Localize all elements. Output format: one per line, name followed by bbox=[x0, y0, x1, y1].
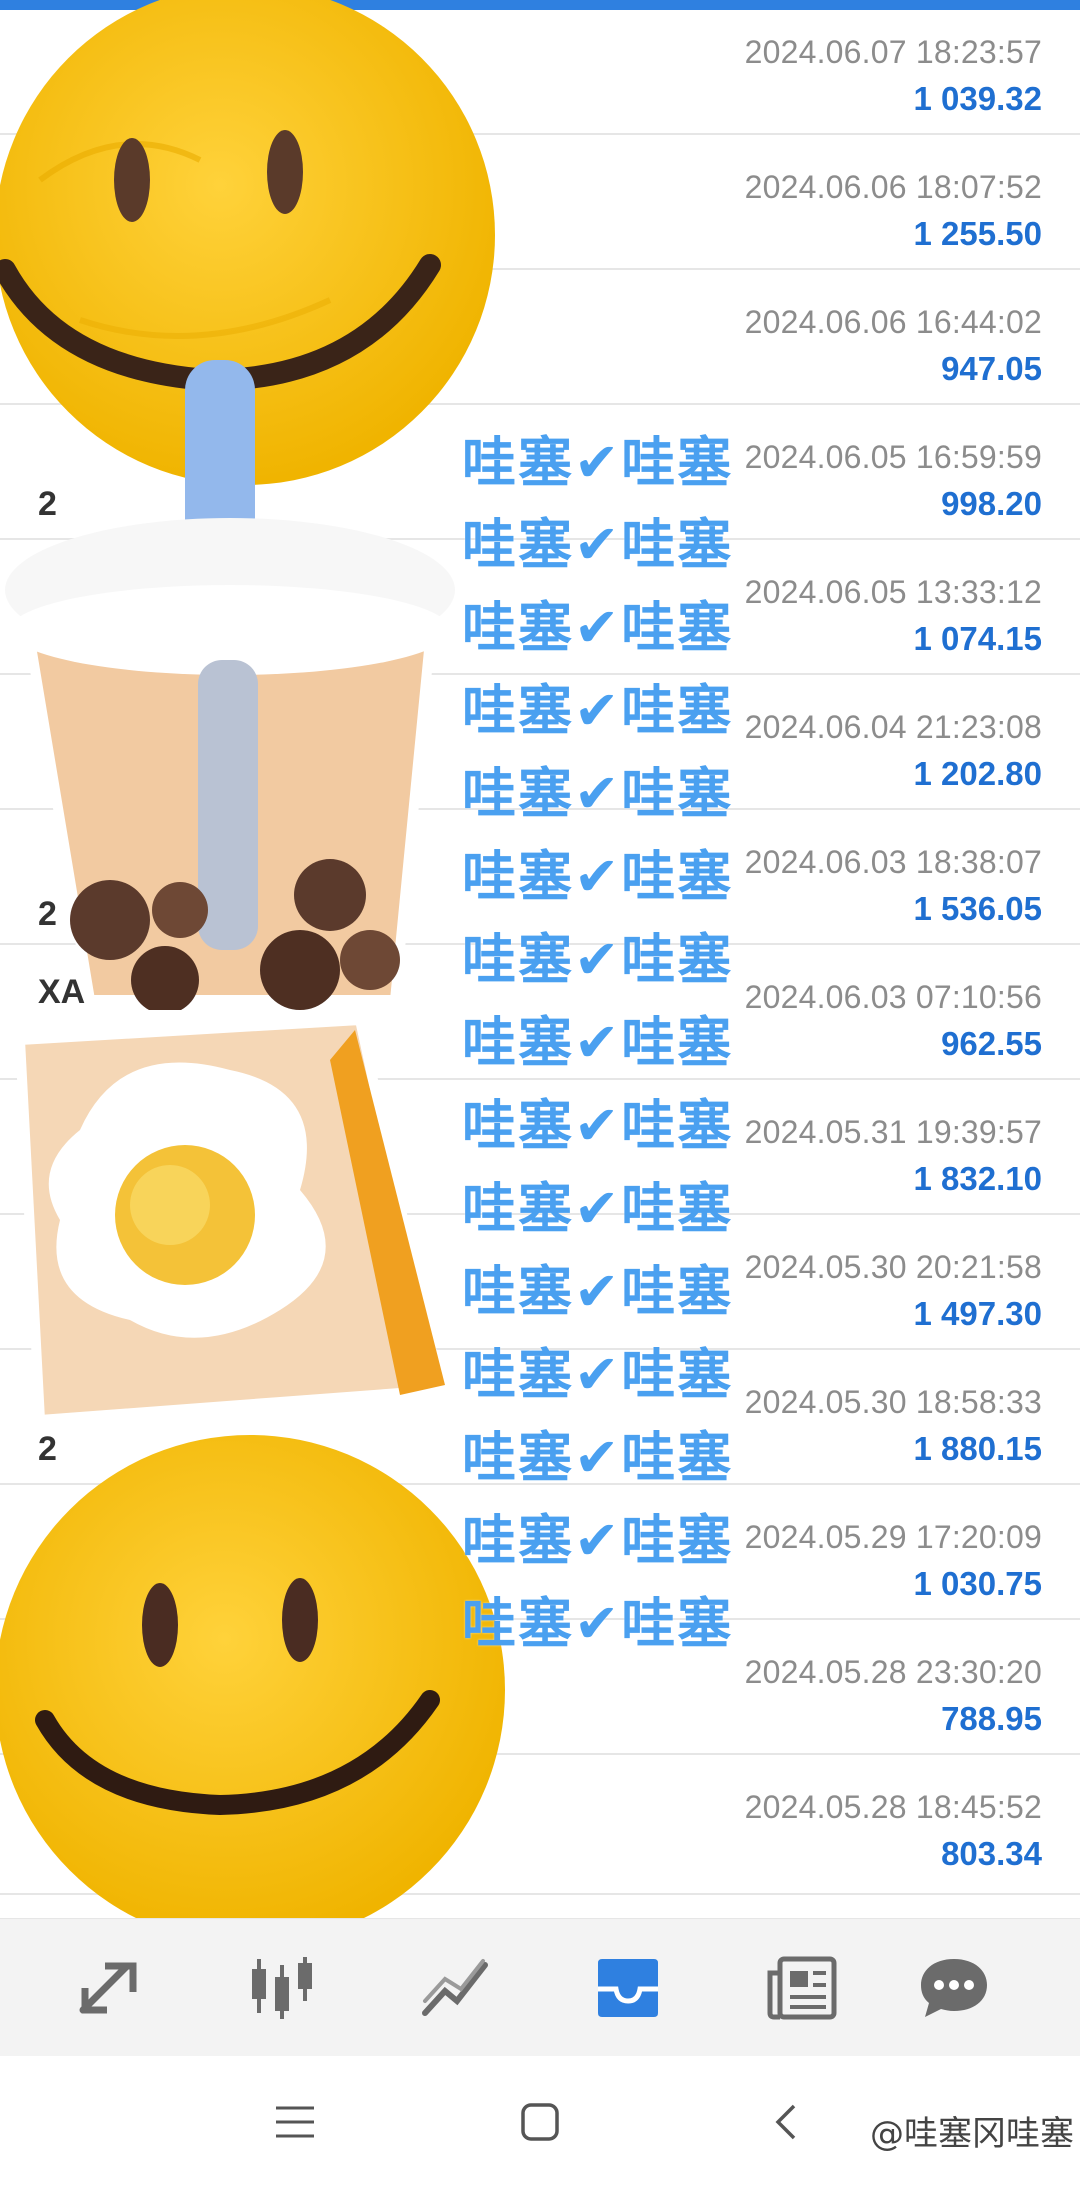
watermark-credit: @哇塞冈哇塞 bbox=[870, 2114, 1074, 2154]
deal-profit: 1 880.15 bbox=[913, 1430, 1042, 1467]
deal-profit: 1 255.50 bbox=[913, 215, 1042, 252]
deal-profit: 1 030.75 bbox=[913, 1565, 1042, 1602]
smiley-sticker-icon bbox=[0, 1435, 505, 1945]
deal-time: 2024.05.28 18:45:52 bbox=[744, 1789, 1042, 1825]
tab-quotes[interactable] bbox=[244, 1953, 320, 2023]
deal-profit: 803.34 bbox=[941, 1835, 1042, 1872]
deal-time: 2024.06.04 21:23:08 bbox=[744, 709, 1042, 745]
deal-time: 2024.05.30 20:21:58 bbox=[744, 1249, 1042, 1285]
deal-profit: 788.95 bbox=[941, 1700, 1042, 1737]
back-icon[interactable] bbox=[772, 2102, 798, 2142]
watermark-text: 哇塞✔哇塞 bbox=[462, 845, 734, 908]
deal-time: 2024.05.31 19:39:57 bbox=[744, 1114, 1042, 1150]
deal-time: 2024.06.05 16:59:59 bbox=[744, 439, 1042, 475]
history-inbox-icon bbox=[598, 1959, 658, 2017]
watermark-text: 哇塞✔哇塞 bbox=[462, 1011, 734, 1074]
tab-history[interactable] bbox=[590, 1953, 666, 2023]
deal-time: 2024.05.29 17:20:09 bbox=[744, 1519, 1042, 1555]
tab-trade[interactable] bbox=[72, 1953, 148, 2023]
deal-profit: 1 202.80 bbox=[913, 755, 1042, 792]
deal-time: 2024.05.28 23:30:20 bbox=[744, 1654, 1042, 1690]
tab-chat[interactable] bbox=[916, 1953, 992, 2023]
deal-time: 2024.06.05 13:33:12 bbox=[744, 574, 1042, 610]
recent-apps-icon[interactable] bbox=[274, 2102, 316, 2142]
watermark-text: 哇塞✔哇塞 bbox=[462, 928, 734, 991]
chart-line-icon bbox=[422, 1959, 488, 2016]
watermark-text: 哇塞✔哇塞 bbox=[462, 1094, 734, 1157]
deal-profit: 1 832.10 bbox=[913, 1160, 1042, 1197]
watermark-text: 哇塞✔哇塞 bbox=[462, 762, 734, 825]
deal-time: 2024.05.30 18:58:33 bbox=[744, 1384, 1042, 1420]
watermark-text: 哇塞✔哇塞 bbox=[462, 1426, 734, 1489]
news-icon bbox=[767, 1956, 837, 2020]
tab-chart[interactable] bbox=[418, 1953, 494, 2023]
deal-profit: 1 536.05 bbox=[913, 890, 1042, 927]
deal-profit: 1 497.30 bbox=[913, 1295, 1042, 1332]
watermark-text: 哇塞✔哇塞 bbox=[462, 1260, 734, 1323]
chat-icon bbox=[921, 1959, 987, 2017]
home-icon[interactable] bbox=[520, 2102, 560, 2142]
watermark-text: 哇塞✔哇塞 bbox=[462, 1343, 734, 1406]
deal-time: 2024.06.06 18:07:52 bbox=[744, 169, 1042, 205]
tab-news[interactable] bbox=[764, 1953, 840, 2023]
deal-profit: 1 039.32 bbox=[913, 80, 1042, 117]
watermark-text: 哇塞✔哇塞 bbox=[462, 431, 734, 494]
deal-time: 2024.06.03 18:38:07 bbox=[744, 844, 1042, 880]
watermark-text: 哇塞✔哇塞 bbox=[462, 596, 734, 659]
deal-time: 2024.06.03 07:10:56 bbox=[744, 979, 1042, 1015]
egg-toast-sticker-icon bbox=[14, 1014, 447, 1426]
trade-icon bbox=[79, 1962, 137, 2014]
bubble-tea-sticker-icon bbox=[5, 360, 455, 1010]
bottom-tab-bar bbox=[0, 1918, 1080, 2057]
deal-profit: 1 074.15 bbox=[913, 620, 1042, 657]
deal-profit: 998.20 bbox=[941, 485, 1042, 522]
watermark-text: 哇塞✔哇塞 bbox=[462, 513, 734, 576]
deal-time: 2024.06.07 18:23:57 bbox=[744, 34, 1042, 70]
deal-time: 2024.06.06 16:44:02 bbox=[744, 304, 1042, 340]
quotes-candles-icon bbox=[252, 1957, 312, 2019]
deal-profit: 962.55 bbox=[941, 1025, 1042, 1062]
watermark-text: 哇塞✔哇塞 bbox=[462, 1592, 734, 1655]
watermark-text: 哇塞✔哇塞 bbox=[462, 1177, 734, 1240]
watermark-text: 哇塞✔哇塞 bbox=[462, 1509, 734, 1572]
deal-profit: 947.05 bbox=[941, 350, 1042, 387]
watermark-text: 哇塞✔哇塞 bbox=[462, 679, 734, 742]
